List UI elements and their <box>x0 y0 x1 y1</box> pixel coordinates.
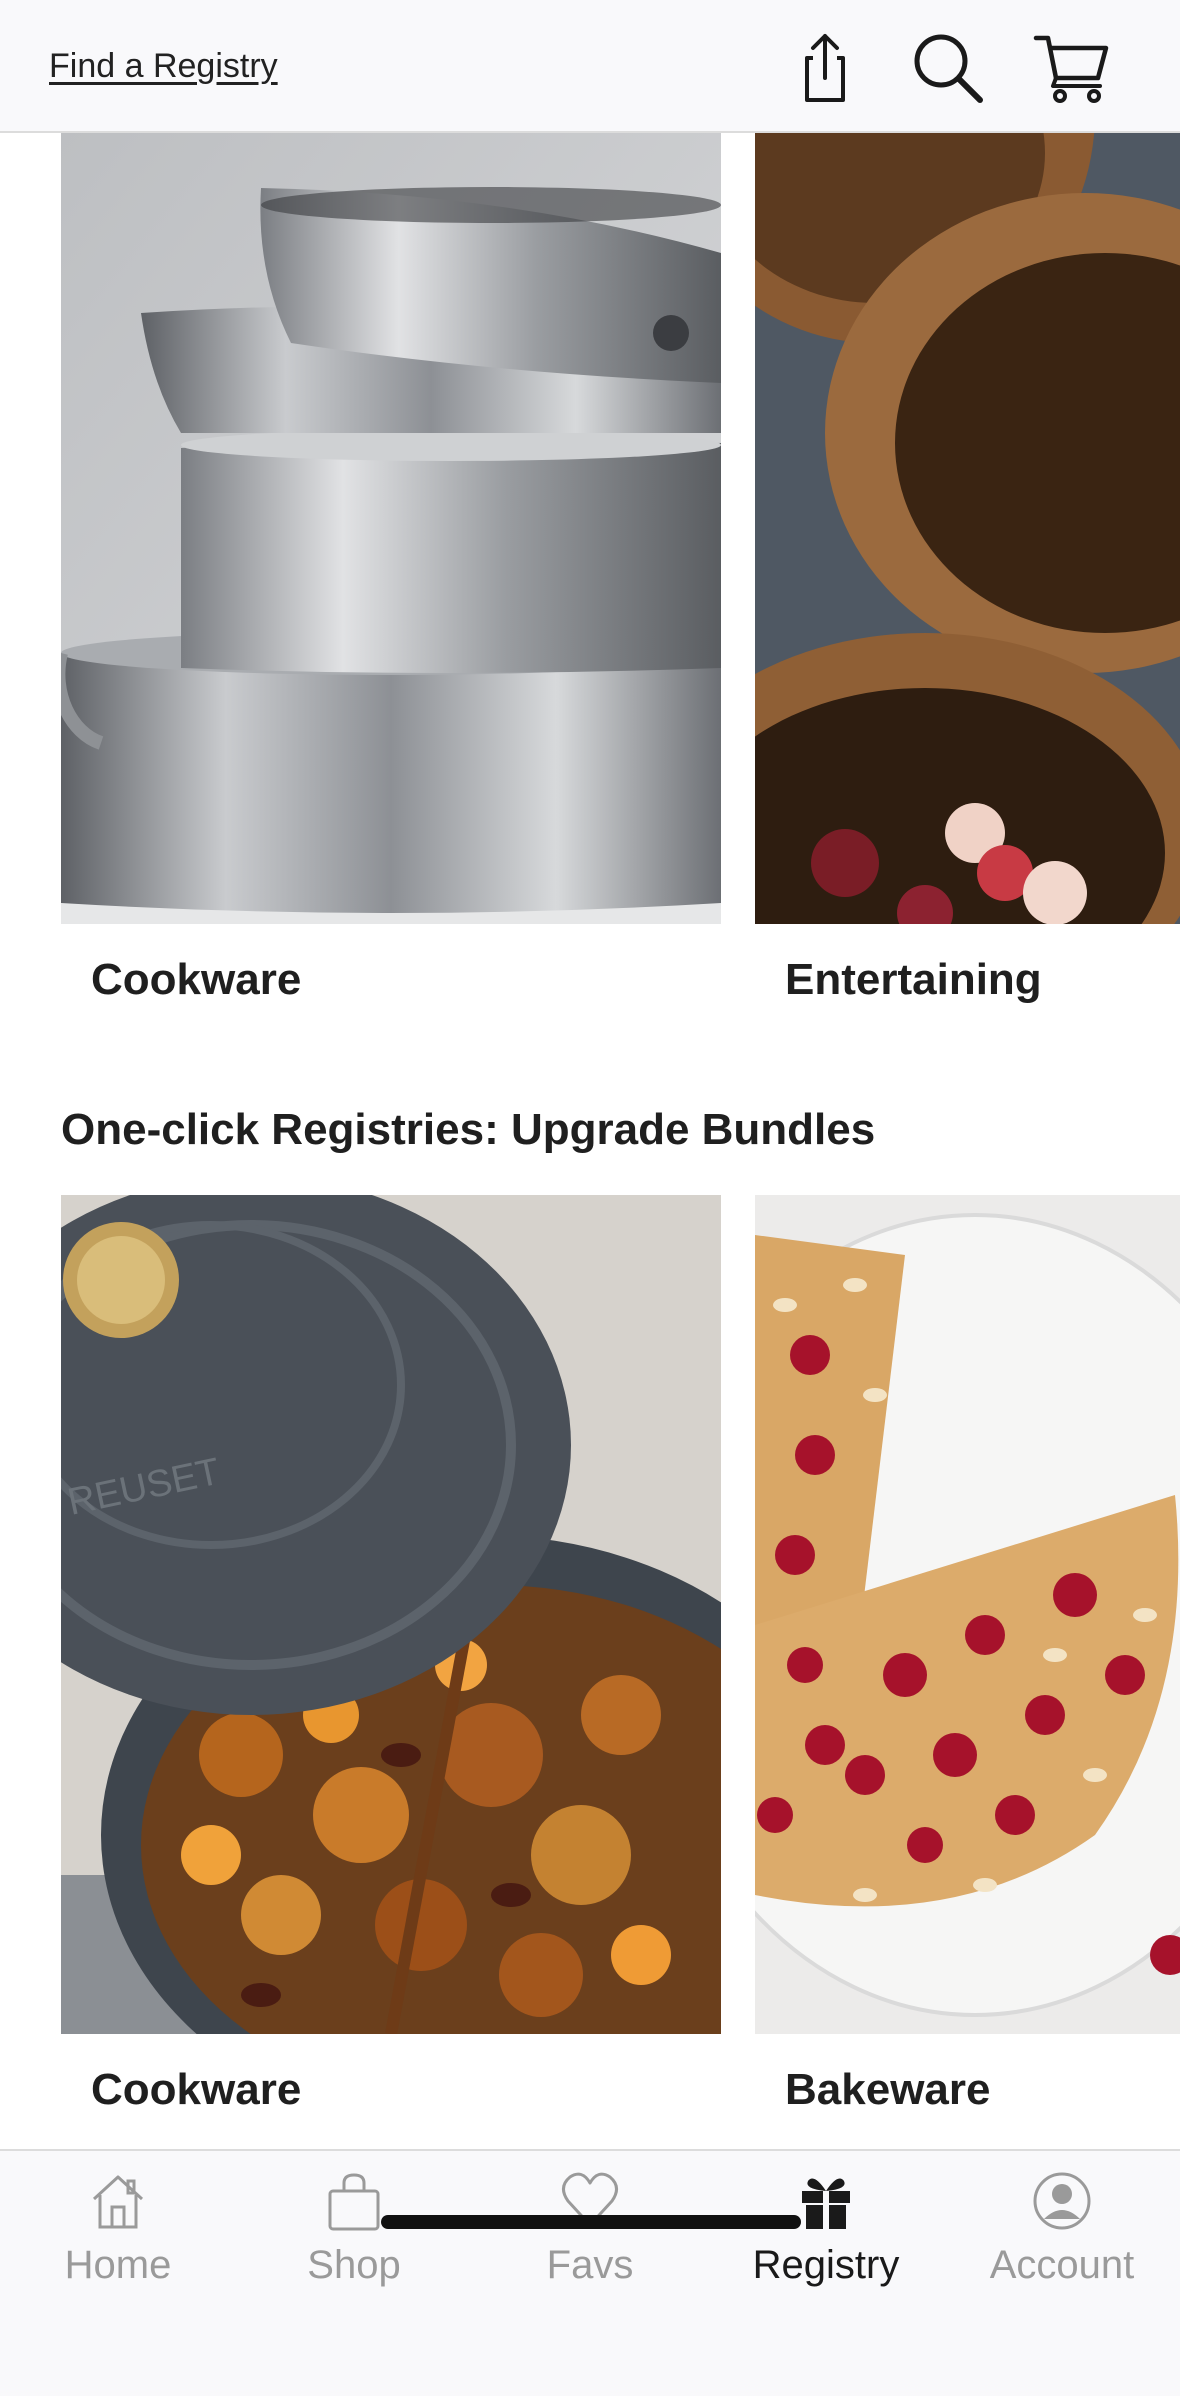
bundle-label-bakeware: Bakeware <box>785 2065 991 2114</box>
tab-registry[interactable]: Registry <box>708 2151 944 2321</box>
stacked-stainless-pans-image <box>61 133 721 924</box>
category-tile-cookware[interactable] <box>61 133 721 924</box>
category-label-entertaining: Entertaining <box>785 955 1042 1004</box>
tab-home[interactable]: Home <box>0 2151 236 2321</box>
registry-content: Cookware Entertaining One-click Registri… <box>0 133 1180 2149</box>
search-icon[interactable] <box>908 28 988 108</box>
shopping-bag-icon <box>328 2173 380 2231</box>
account-icon <box>1033 2172 1091 2230</box>
tab-registry-label: Registry <box>752 2243 900 2287</box>
wooden-bowls-apples-image <box>755 133 1180 924</box>
cherry-almond-cake-image <box>755 1195 1180 2034</box>
tab-account[interactable]: Account <box>944 2151 1180 2321</box>
tab-account-label: Account <box>989 2243 1135 2287</box>
tab-shop-label: Shop <box>307 2243 401 2287</box>
tab-favs[interactable]: Favs <box>472 2151 708 2321</box>
category-tile-entertaining[interactable] <box>755 133 1180 924</box>
home-indicator <box>381 2215 801 2229</box>
top-header: Find a Registry <box>0 0 1180 133</box>
bundle-label-cookware: Cookware <box>91 2065 302 2114</box>
find-registry-link[interactable]: Find a Registry <box>49 47 278 86</box>
bundle-tile-cookware[interactable]: REUSET <box>61 1195 721 2034</box>
home-icon <box>92 2175 144 2229</box>
tab-home-label: Home <box>64 2243 172 2287</box>
bundle-tile-bakeware[interactable] <box>755 1195 1180 2034</box>
cart-icon[interactable] <box>1032 28 1112 108</box>
dutch-oven-chicken-image: REUSET <box>61 1195 721 2034</box>
tab-favs-label: Favs <box>546 2243 634 2287</box>
bundles-section-title: One-click Registries: Upgrade Bundles <box>61 1105 876 1154</box>
category-label-cookware: Cookware <box>91 955 302 1004</box>
gift-icon <box>802 2178 850 2229</box>
bottom-tab-bar: Home Shop Favs Registry Account <box>0 2149 1180 2396</box>
share-icon[interactable] <box>785 28 865 108</box>
tab-shop[interactable]: Shop <box>236 2151 472 2321</box>
